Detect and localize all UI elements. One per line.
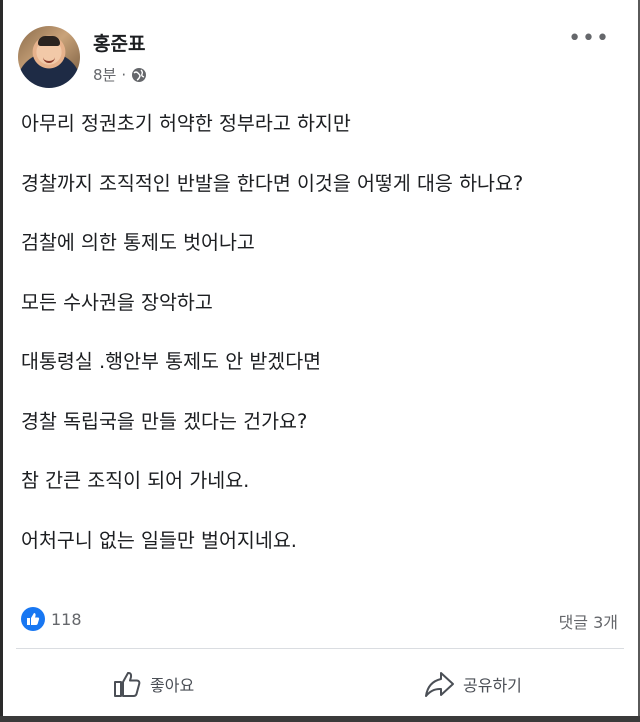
comment-count[interactable]: 댓글 3개 [559, 609, 618, 633]
frame-bottom-edge [0, 716, 640, 722]
reaction-summary[interactable]: 118 [21, 607, 82, 631]
more-horizontal-icon: ••• [568, 26, 610, 51]
like-button[interactable]: 좋아요 [112, 669, 194, 699]
post-content: 아무리 정권초기 허약한 정부라고 하지만 경찰까지 조직적인 반발을 한다면 … [21, 113, 621, 552]
frame-left-edge [0, 0, 3, 722]
thumbs-up-icon [114, 671, 141, 697]
author-avatar[interactable] [18, 26, 80, 88]
share-button-label: 공유하기 [463, 676, 522, 695]
post-time[interactable]: 8분 [93, 64, 116, 85]
post-text-line: 아무리 정권초기 허약한 정부라고 하지만 [21, 112, 351, 135]
post-text-line: 대통령실 .행안부 통제도 안 받겠다면 [21, 350, 322, 373]
post-text-line: 참 간큰 조직이 되어 가네요. [21, 469, 250, 492]
more-options-button[interactable]: ••• [568, 26, 610, 51]
post-text-line: 검찰에 의한 통제도 벗어나고 [21, 231, 255, 254]
post-meta: 8분 · [93, 64, 147, 85]
like-button-label: 좋아요 [150, 676, 195, 695]
post-text-line: 경찰까지 조직적인 반발을 한다면 이것을 어떻게 대응 하나요? [21, 171, 524, 195]
post-text-line: 모든 수사권을 장악하고 [21, 290, 213, 314]
post-text-line: 경찰 독립국을 만들 겠다는 건가요? [21, 409, 308, 433]
like-count: 118 [51, 609, 82, 629]
share-button[interactable]: 공유하기 [423, 669, 522, 699]
divider [16, 648, 624, 649]
like-reaction-icon [21, 607, 45, 631]
post-header: 홍준표 8분 · ••• [18, 26, 622, 92]
meta-separator: · [121, 65, 127, 84]
globe-icon[interactable] [131, 67, 147, 83]
post-text-line: 어처구니 없는 일들만 벌어지네요. [21, 528, 297, 552]
author-name[interactable]: 홍준표 [93, 29, 145, 56]
share-arrow-icon [425, 672, 454, 697]
